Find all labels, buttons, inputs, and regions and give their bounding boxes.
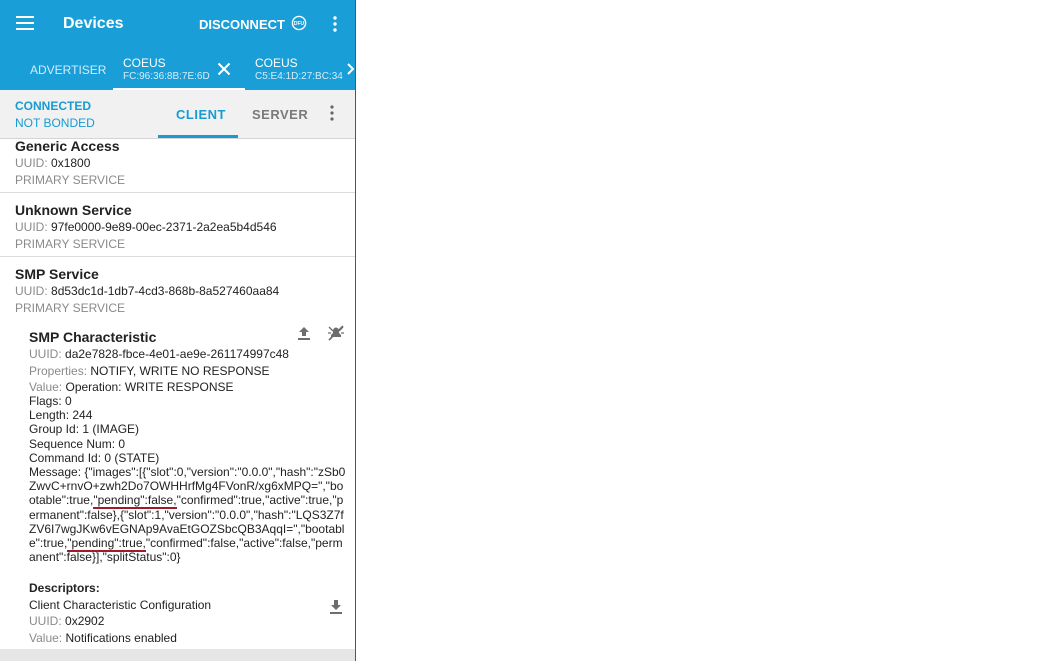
uuid-label: UUID: [29, 347, 62, 361]
connection-status: CONNECTED [15, 99, 92, 113]
sequence-text: Sequence Num: 0 [29, 437, 126, 451]
phone-screen: Devices DISCONNECT DFU ADVERTISER COEUS … [0, 0, 356, 661]
page-title: Devices [63, 15, 124, 32]
download-icon[interactable] [328, 599, 344, 615]
properties-value: NOTIFY, WRITE NO RESPONSE [90, 364, 270, 378]
uuid-value: 97fe0000-9e89-00ec-2371-2a2ea5b4d546 [51, 220, 277, 234]
app-bar: Devices DISCONNECT DFU [0, 0, 355, 47]
device-tabs: ADVERTISER COEUS FC:96:36:8B:7E:6D COEUS… [0, 47, 355, 90]
tab-server[interactable]: SERVER [252, 107, 308, 122]
device-address: FC:96:36:8B:7E:6D [123, 71, 210, 82]
characteristic-properties: Properties: NOTIFY, WRITE NO RESPONSE [29, 364, 270, 378]
service-type: PRIMARY SERVICE [15, 173, 126, 187]
properties-label: Properties: [29, 364, 88, 378]
descriptors-title: Descriptors: [29, 581, 100, 595]
characteristic-name[interactable]: SMP Characteristic [29, 329, 156, 345]
disconnect-button[interactable]: DISCONNECT [199, 17, 285, 32]
flags-text: Flags: 0 [29, 394, 72, 408]
message-text: Message: {"images":[{"slot":0,"version":… [29, 465, 347, 564]
value-text: Notifications enabled [65, 631, 177, 645]
notifications-off-icon[interactable] [327, 324, 345, 342]
dfu-icon-label: DFU [294, 21, 305, 27]
group-id-text: Group Id: 1 (IMAGE) [29, 422, 140, 436]
overflow-menu-icon[interactable] [332, 16, 338, 32]
tab-advertiser[interactable]: ADVERTISER [30, 63, 106, 77]
device-name: COEUS [255, 56, 298, 70]
descriptor-uuid: UUID: 0x2902 [29, 614, 104, 628]
device-name: COEUS [123, 56, 166, 70]
value-text: Operation: WRITE RESPONSE [65, 380, 234, 394]
connection-menu-icon[interactable] [330, 105, 334, 121]
list-bottom-divider [0, 649, 355, 661]
uuid-value: 8d53dc1d-1db7-4cd3-868b-8a527460aa84 [51, 284, 280, 298]
uuid-value: 0x1800 [51, 156, 91, 170]
service-generic-access[interactable]: Generic Access UUID: 0x1800 PRIMARY SERV… [0, 138, 355, 193]
service-unknown[interactable]: Unknown Service UUID: 97fe0000-9e89-00ec… [0, 193, 355, 257]
service-smp-name[interactable]: SMP Service [15, 266, 99, 282]
service-name: Generic Access [15, 138, 120, 154]
dfu-icon[interactable]: DFU [291, 15, 307, 31]
length-text: Length: 244 [29, 408, 93, 422]
value-label: Value: [29, 631, 63, 645]
characteristic-uuid: UUID: da2e7828-fbce-4e01-ae9e-261174997c… [29, 347, 289, 361]
uuid-label: UUID: [15, 220, 48, 234]
service-uuid: UUID: 97fe0000-9e89-00ec-2371-2a2ea5b4d5… [15, 220, 277, 234]
descriptor-name[interactable]: Client Characteristic Configuration [29, 598, 211, 612]
menu-icon[interactable] [16, 16, 34, 30]
tab-device-1[interactable]: COEUS FC:96:36:8B:7E:6D [123, 56, 210, 82]
upload-icon[interactable] [296, 325, 312, 341]
service-type: PRIMARY SERVICE [15, 301, 126, 315]
uuid-label: UUID: [29, 614, 62, 628]
uuid-value: da2e7828-fbce-4e01-ae9e-261174997c48 [65, 347, 289, 361]
uuid-label: UUID: [15, 284, 48, 298]
tab-client[interactable]: CLIENT [176, 107, 226, 122]
descriptor-value: Value: Notifications enabled [29, 631, 177, 645]
uuid-value: 0x2902 [65, 614, 105, 628]
service-name: Unknown Service [15, 202, 132, 218]
command-id-text: Command Id: 0 (STATE) [29, 451, 160, 465]
tab-device-2[interactable]: COEUS C5:E4:1D:27:BC:34 [255, 56, 343, 82]
connection-bar: CONNECTED NOT BONDED CLIENT SERVER [0, 90, 355, 139]
device-address: C5:E4:1D:27:BC:34 [255, 71, 343, 82]
service-type: PRIMARY SERVICE [15, 237, 126, 251]
bond-status: NOT BONDED [15, 116, 95, 130]
close-icon[interactable] [217, 62, 231, 76]
uuid-label: UUID: [15, 156, 48, 170]
service-uuid: UUID: 0x1800 [15, 156, 90, 170]
chevron-right-icon[interactable] [346, 62, 355, 76]
value-label: Value: [29, 380, 63, 394]
service-uuid: UUID: 8d53dc1d-1db7-4cd3-868b-8a527460aa… [15, 284, 279, 298]
characteristic-value: Value: Operation: WRITE RESPONSE [29, 380, 234, 394]
